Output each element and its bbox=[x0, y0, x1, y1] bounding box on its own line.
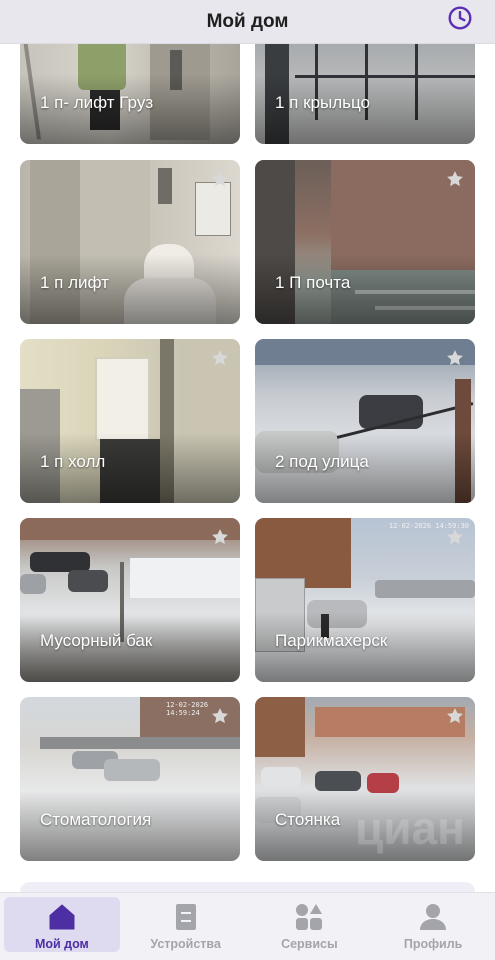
nav-label: Мой дом bbox=[34, 937, 89, 951]
devices-icon bbox=[175, 904, 196, 930]
star-icon[interactable] bbox=[445, 706, 465, 726]
watermark: циан bbox=[355, 802, 465, 854]
camera-label: 1 п лифт bbox=[40, 273, 109, 292]
nav-profile[interactable]: Профиль bbox=[371, 893, 495, 960]
camera-label: 1 П почта bbox=[275, 273, 351, 292]
camera-card-parking[interactable]: Стоянка циан bbox=[255, 697, 475, 861]
camera-label: 1 п крыльцо bbox=[275, 93, 370, 112]
camera-card-hall[interactable]: 1 п холл bbox=[20, 339, 240, 503]
history-button[interactable] bbox=[447, 5, 473, 31]
star-icon[interactable] bbox=[445, 348, 465, 368]
app-header: Мой дом bbox=[0, 0, 495, 44]
star-icon[interactable] bbox=[210, 527, 230, 547]
camera-label: 1 п- лифт Груз bbox=[40, 93, 154, 112]
camera-card-mail[interactable]: 1 П почта bbox=[255, 160, 475, 324]
star-icon[interactable] bbox=[210, 169, 230, 189]
services-icon bbox=[296, 904, 323, 930]
bottom-nav: Мой дом Устройства Сервисы Профиль bbox=[0, 892, 495, 960]
star-icon[interactable] bbox=[445, 169, 465, 189]
camera-card-street[interactable]: 2 под улица bbox=[255, 339, 475, 503]
nav-label: Сервисы bbox=[281, 937, 338, 951]
camera-label: 1 п холл bbox=[40, 452, 106, 471]
camera-card-barber[interactable]: Парикмахерск 12-02-2026 14:59:30 bbox=[255, 518, 475, 682]
camera-label: Парикмахерск bbox=[275, 631, 388, 650]
nav-services[interactable]: Сервисы bbox=[248, 893, 372, 960]
star-icon[interactable] bbox=[210, 348, 230, 368]
camera-card-lift[interactable]: 1 п лифт bbox=[20, 160, 240, 324]
profile-icon bbox=[420, 904, 447, 930]
star-icon[interactable] bbox=[210, 706, 230, 726]
star-icon[interactable] bbox=[445, 527, 465, 547]
clock-icon bbox=[448, 6, 472, 30]
home-icon bbox=[49, 904, 75, 930]
app-screen: 1 п- лифт Груз 1 п крыльцо 1 п лифт 1 П … bbox=[0, 0, 495, 960]
camera-card-trash[interactable]: Мусорный бак bbox=[20, 518, 240, 682]
camera-label: 2 под улица bbox=[275, 452, 369, 471]
camera-card-dentistry[interactable]: Стоматология 12-02-2026 14:59:24 bbox=[20, 697, 240, 861]
nav-devices[interactable]: Устройства bbox=[124, 893, 248, 960]
nav-label: Устройства bbox=[150, 937, 221, 951]
page-title: Мой дом bbox=[206, 10, 289, 32]
camera-label: Мусорный бак bbox=[40, 631, 153, 650]
nav-label: Профиль bbox=[403, 937, 463, 951]
camera-grid: 1 п- лифт Груз 1 п крыльцо 1 п лифт 1 П … bbox=[0, 0, 495, 960]
camera-label: Стоматология bbox=[40, 810, 152, 829]
nav-home[interactable]: Мой дом bbox=[0, 893, 124, 960]
camera-label: Стоянка bbox=[275, 810, 341, 829]
